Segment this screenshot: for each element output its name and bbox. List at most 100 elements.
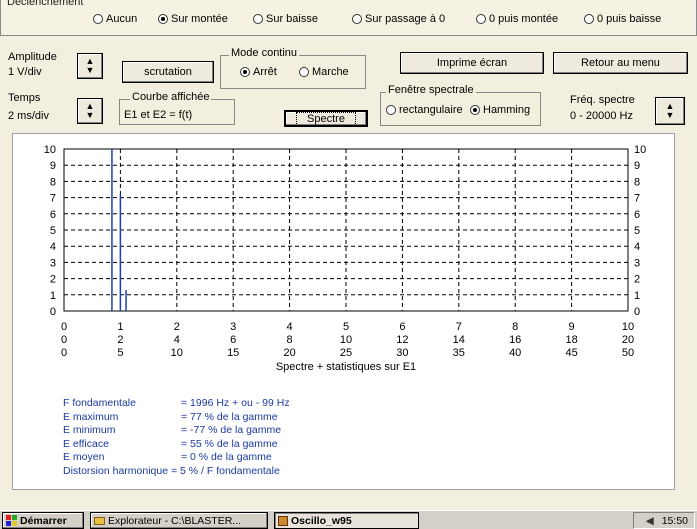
folder-icon bbox=[94, 516, 105, 525]
radio-label: Sur montée bbox=[171, 13, 228, 25]
x-tick-label: 18 bbox=[565, 334, 577, 346]
amplitude-value: 1 V/div bbox=[8, 66, 42, 78]
freq-value: 0 - 20000 Hz bbox=[570, 110, 633, 122]
x-tick-label: 9 bbox=[569, 321, 575, 333]
x-tick-label: 10 bbox=[340, 334, 352, 346]
stat-row: E minimum = -77 % de la gamme bbox=[63, 424, 282, 436]
start-label: Démarrer bbox=[20, 514, 67, 527]
y-tick-label-right: 0 bbox=[634, 306, 640, 318]
x-tick-label: 8 bbox=[287, 334, 293, 346]
radio-passage-zero[interactable]: Sur passage à 0 bbox=[352, 13, 445, 25]
amplitude-label: Amplitude bbox=[8, 51, 57, 63]
stat-row: E efficace = 55 % de la gamme bbox=[63, 437, 278, 450]
y-tick-label-right: 6 bbox=[634, 209, 640, 221]
taskbar: Démarrer Explorateur - C:\BLASTER... Osc… bbox=[0, 510, 697, 529]
radio-sur-baisse[interactable]: Sur baisse bbox=[253, 13, 318, 25]
temps-spinner[interactable]: ▲ ▼ bbox=[77, 98, 103, 124]
scope-display: 0 0 1 1 2 2 3 3 4 4 5 5 6 6 7 7 8 8 9 9 10 10 0 1 2 3 4 5 6 7 8 9 10 0 2 4 6… bbox=[12, 133, 675, 490]
y-tick-label-right: 10 bbox=[634, 144, 646, 156]
y-tick-label-left: 5 bbox=[50, 225, 56, 237]
radio-label: 0 puis montée bbox=[489, 13, 559, 25]
mode-continu-title: Mode continu bbox=[229, 47, 300, 59]
radio-hamming[interactable]: Hamming bbox=[470, 104, 530, 116]
clock: 15:50 bbox=[661, 514, 688, 527]
y-tick-label-left: 1 bbox=[50, 290, 56, 302]
taskbar-oscillo[interactable]: Oscillo_w95 bbox=[274, 512, 419, 529]
down-arrow-icon[interactable]: ▼ bbox=[86, 111, 95, 120]
down-arrow-icon[interactable]: ▼ bbox=[666, 111, 675, 120]
radio-aucun[interactable]: Aucun bbox=[93, 13, 137, 25]
spectre-button[interactable]: Spectre bbox=[284, 110, 368, 127]
x-tick-label: 5 bbox=[343, 321, 349, 333]
radio-zero-montee[interactable]: 0 puis montée bbox=[476, 13, 558, 25]
x-tick-label: 0 bbox=[61, 334, 67, 346]
x-tick-label: 45 bbox=[565, 347, 577, 359]
distortion-row: Distorsion harmonique = 5 % / F fondamen… bbox=[63, 464, 280, 477]
spectre-label: Spectre bbox=[296, 111, 356, 126]
y-tick-label-left: 6 bbox=[50, 209, 56, 221]
radio-dot bbox=[352, 14, 362, 24]
x-tick-label: 15 bbox=[227, 347, 239, 359]
app-icon bbox=[278, 515, 288, 526]
x-tick-label: 30 bbox=[396, 347, 408, 359]
x-tick-label: 14 bbox=[453, 334, 465, 346]
x-tick-label: 2 bbox=[174, 321, 180, 333]
scrutation-button[interactable]: scrutation bbox=[122, 61, 214, 83]
x-tick-label: 20 bbox=[622, 334, 634, 346]
freq-spinner[interactable]: ▲ ▼ bbox=[655, 97, 685, 125]
down-arrow-icon[interactable]: ▼ bbox=[86, 66, 95, 75]
radio-label: rectangulaire bbox=[399, 104, 463, 116]
taskbar-explorer[interactable]: Explorateur - C:\BLASTER... bbox=[90, 512, 268, 529]
speaker-icon[interactable]: ◀ bbox=[646, 515, 654, 527]
amplitude-spinner[interactable]: ▲ ▼ bbox=[77, 53, 103, 79]
x-tick-label: 16 bbox=[509, 334, 521, 346]
y-tick-label-left: 8 bbox=[50, 176, 56, 188]
radio-label: 0 puis baisse bbox=[597, 13, 662, 25]
freq-label: Fréq. spectre bbox=[570, 94, 635, 106]
courbe-value: E1 et E2 = f(t) bbox=[124, 109, 193, 121]
y-tick-label-left: 0 bbox=[50, 306, 56, 318]
radio-dot bbox=[476, 14, 486, 24]
radio-marche[interactable]: Marche bbox=[299, 66, 349, 78]
y-tick-label-right: 1 bbox=[634, 290, 640, 302]
retour-label: Retour au menu bbox=[581, 57, 660, 69]
x-tick-label: 40 bbox=[509, 347, 521, 359]
x-tick-label: 0 bbox=[61, 347, 67, 359]
x-tick-label: 10 bbox=[171, 347, 183, 359]
radio-dot bbox=[470, 105, 480, 115]
y-tick-label-right: 3 bbox=[634, 257, 640, 269]
scrutation-label: scrutation bbox=[144, 66, 192, 78]
y-tick-label-right: 8 bbox=[634, 176, 640, 188]
radio-label: Arrêt bbox=[253, 66, 277, 78]
x-tick-label: 0 bbox=[61, 321, 67, 333]
radio-label: Hamming bbox=[483, 104, 531, 116]
radio-dot bbox=[299, 67, 309, 77]
y-tick-label-right: 7 bbox=[634, 193, 640, 205]
trigger-title: Déclenchement bbox=[7, 0, 84, 8]
start-button[interactable]: Démarrer bbox=[2, 512, 84, 529]
radio-arret[interactable]: Arrêt bbox=[240, 66, 277, 78]
y-tick-label-left: 3 bbox=[50, 257, 56, 269]
courbe-title: Courbe affichée bbox=[130, 91, 212, 103]
stats-panel: F fondamentale = 1996 Hz + ou - 99 Hz E m… bbox=[63, 397, 290, 478]
y-tick-label-right: 9 bbox=[634, 160, 640, 172]
radio-label: Marche bbox=[312, 66, 349, 78]
x-tick-label: 4 bbox=[174, 334, 180, 346]
y-tick-label-left: 9 bbox=[50, 160, 56, 172]
retour-menu-button[interactable]: Retour au menu bbox=[553, 52, 688, 74]
x-tick-label: 20 bbox=[283, 347, 295, 359]
radio-dot bbox=[93, 14, 103, 24]
radio-rectangulaire[interactable]: rectangulaire bbox=[386, 104, 463, 116]
x-tick-label: 8 bbox=[512, 321, 518, 333]
radio-dot bbox=[240, 67, 250, 77]
x-tick-label: 1 bbox=[117, 321, 123, 333]
x-tick-label: 2 bbox=[117, 334, 123, 346]
imprime-ecran-button[interactable]: Imprime écran bbox=[400, 52, 544, 74]
windows-logo-icon bbox=[6, 515, 17, 526]
fenetre-title: Fenêtre spectrale bbox=[386, 84, 476, 96]
y-tick-label-right: 2 bbox=[634, 274, 640, 286]
radio-zero-baisse[interactable]: 0 puis baisse bbox=[584, 13, 661, 25]
x-tick-label: 6 bbox=[399, 321, 405, 333]
y-tick-label-left: 7 bbox=[50, 193, 56, 205]
radio-sur-montee[interactable]: Sur montée bbox=[158, 13, 228, 25]
